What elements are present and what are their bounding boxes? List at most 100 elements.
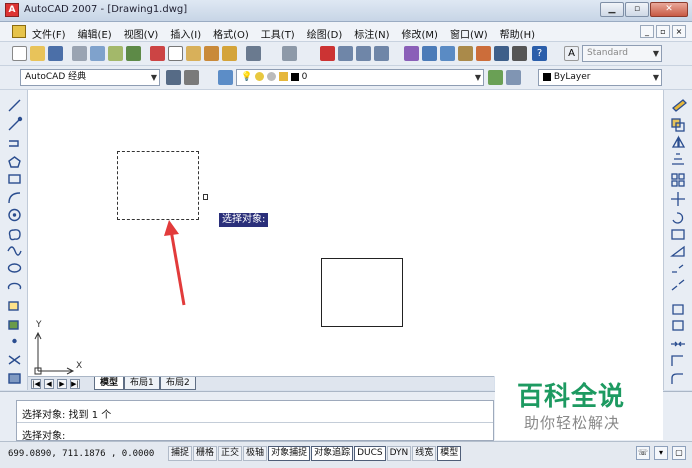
command-history[interactable]: 选择对象: 找到 1 个 选择对象: <box>16 400 494 442</box>
menu-item-1[interactable]: 编辑(E) <box>78 26 112 41</box>
status-toggle-7[interactable]: DYN <box>386 446 412 461</box>
new-icon[interactable] <box>12 46 27 61</box>
text-style-value: Standard <box>587 48 628 58</box>
my-workspace-icon[interactable] <box>184 70 199 85</box>
clean-screen-icon[interactable]: ▢ <box>672 446 686 460</box>
command-history-line: 选择对象: 找到 1 个 <box>22 410 112 421</box>
draw-toolbar <box>0 90 28 390</box>
status-bar: 699.0890, 711.1876 , 0.0000 捕捉 栅格 正交 极轴 对象捕捉… <box>0 441 692 468</box>
autocad-logo-icon: A <box>5 3 19 17</box>
print-icon[interactable] <box>72 46 87 61</box>
last-tab-button[interactable]: ▶| <box>70 379 80 389</box>
rectangle-object[interactable] <box>321 258 403 327</box>
dynamic-input-tooltip: 选择对象: <box>219 213 269 227</box>
open-icon[interactable] <box>30 46 45 61</box>
layout-tabs: |◀ ◀ ▶ ▶| 模型 布局1 布局2 <box>28 376 494 390</box>
layer-properties-icon[interactable] <box>218 70 233 85</box>
match-properties-icon[interactable] <box>204 46 219 61</box>
zoom-window-icon[interactable] <box>356 46 371 61</box>
document-icon[interactable] <box>12 25 26 38</box>
zoom-previous-icon[interactable] <box>374 46 389 61</box>
selected-rectangle[interactable] <box>117 151 199 220</box>
cut-icon[interactable] <box>150 46 165 61</box>
plot-preview-icon[interactable] <box>90 46 105 61</box>
help-icon[interactable]: ? <box>532 46 547 61</box>
zoom-realtime-icon[interactable] <box>338 46 353 61</box>
watermark-title: 百科全说 <box>517 382 626 412</box>
markup-icon[interactable] <box>476 46 491 61</box>
copy-icon[interactable] <box>168 46 183 61</box>
watermark: 百科全说 助你轻松解决 <box>495 376 663 440</box>
sheet-set-icon[interactable] <box>458 46 473 61</box>
quickcalc-icon[interactable] <box>494 46 509 61</box>
annotation-overlay <box>34 220 186 375</box>
3d-dwf-icon[interactable] <box>126 46 141 61</box>
menu-item-8[interactable]: 修改(M) <box>402 26 438 41</box>
menu-item-9[interactable]: 窗口(W) <box>450 26 488 41</box>
workspace-select[interactable]: AutoCAD 经典 ▼ <box>20 69 160 86</box>
red-arrow-head <box>164 220 179 236</box>
doc-close-button[interactable]: × <box>672 25 686 38</box>
calculator-icon[interactable] <box>512 46 527 61</box>
menu-item-7[interactable]: 标注(N) <box>354 26 389 41</box>
doc-minimize-button[interactable]: _ <box>640 25 654 38</box>
text-style-icon[interactable]: A <box>564 46 579 61</box>
workspace-value: AutoCAD 经典 <box>25 72 87 82</box>
menu-item-10[interactable]: 帮助(H) <box>500 26 535 41</box>
status-toggle-2[interactable]: 正交 <box>218 446 243 461</box>
status-toggle-9[interactable]: 模型 <box>437 446 462 461</box>
title-bar: A AutoCAD 2007 - [Drawing1.dwg] ▁ ▫ ✕ <box>0 0 692 22</box>
menu-item-6[interactable]: 绘图(D) <box>307 26 343 41</box>
status-toggle-6[interactable]: DUCS <box>354 446 386 461</box>
status-toggle-4[interactable]: 对象捕捉 <box>268 446 311 461</box>
command-prompt[interactable]: 选择对象: <box>22 427 65 442</box>
status-toggle-5[interactable]: 对象追踪 <box>311 446 354 461</box>
minimize-button[interactable]: ▁ <box>600 2 624 17</box>
modify-toolbar <box>663 90 692 390</box>
status-toggle-3[interactable]: 极轴 <box>243 446 268 461</box>
layer-previous-icon[interactable] <box>506 70 521 85</box>
doc-restore-button[interactable]: ▫ <box>656 25 670 38</box>
menu-item-2[interactable]: 视图(V) <box>124 26 159 41</box>
status-menu-icon[interactable]: ▾ <box>654 446 668 460</box>
color-value: ByLayer <box>553 72 591 82</box>
block-editor-icon[interactable] <box>222 46 237 61</box>
redo-icon[interactable] <box>282 46 297 61</box>
first-tab-button[interactable]: |◀ <box>31 379 41 389</box>
prev-tab-button[interactable]: ◀ <box>44 379 54 389</box>
cursor-pickbox <box>203 194 208 200</box>
tool-palettes-icon[interactable] <box>440 46 455 61</box>
workspace-settings-icon[interactable] <box>166 70 181 85</box>
paste-icon[interactable] <box>186 46 201 61</box>
menu-item-3[interactable]: 插入(I) <box>170 26 201 41</box>
coordinate-readout: 699.0890, 711.1876 , 0.0000 <box>8 449 155 459</box>
tab-model[interactable]: 模型 <box>94 377 125 390</box>
communication-center-icon[interactable]: ☏ <box>636 446 650 460</box>
menu-item-4[interactable]: 格式(O) <box>213 26 249 41</box>
next-tab-button[interactable]: ▶ <box>57 379 67 389</box>
make-layer-current-icon[interactable] <box>488 70 503 85</box>
maximize-button[interactable]: ▫ <box>625 2 649 17</box>
tab-layout1[interactable]: 布局1 <box>124 377 160 390</box>
color-select[interactable]: ByLayer ▼ <box>538 69 662 86</box>
status-toggle-1[interactable]: 栅格 <box>193 446 218 461</box>
save-icon[interactable] <box>48 46 63 61</box>
design-center-icon[interactable] <box>422 46 437 61</box>
menu-item-5[interactable]: 工具(T) <box>261 26 295 41</box>
status-toggle-0[interactable]: 捕捉 <box>168 446 193 461</box>
standard-toolbar: ? A Standard ▼ <box>0 42 692 66</box>
menu-item-0[interactable]: 文件(F) <box>32 26 66 41</box>
properties-icon[interactable] <box>404 46 419 61</box>
pan-icon[interactable] <box>320 46 335 61</box>
tab-layout2[interactable]: 布局2 <box>160 377 196 390</box>
drawing-area[interactable]: 选择对象: Y X <box>28 90 663 376</box>
line-icon <box>8 99 21 112</box>
publish-icon[interactable] <box>108 46 123 61</box>
window-title: AutoCAD 2007 - [Drawing1.dwg] <box>24 4 188 15</box>
undo-icon[interactable] <box>246 46 261 61</box>
text-style-select[interactable]: Standard ▼ <box>582 45 662 62</box>
ucs-x-label: X <box>76 361 83 371</box>
close-button[interactable]: ✕ <box>650 2 688 17</box>
layer-select[interactable]: 💡 0 ▼ <box>236 69 484 86</box>
status-toggle-8[interactable]: 线宽 <box>412 446 437 461</box>
